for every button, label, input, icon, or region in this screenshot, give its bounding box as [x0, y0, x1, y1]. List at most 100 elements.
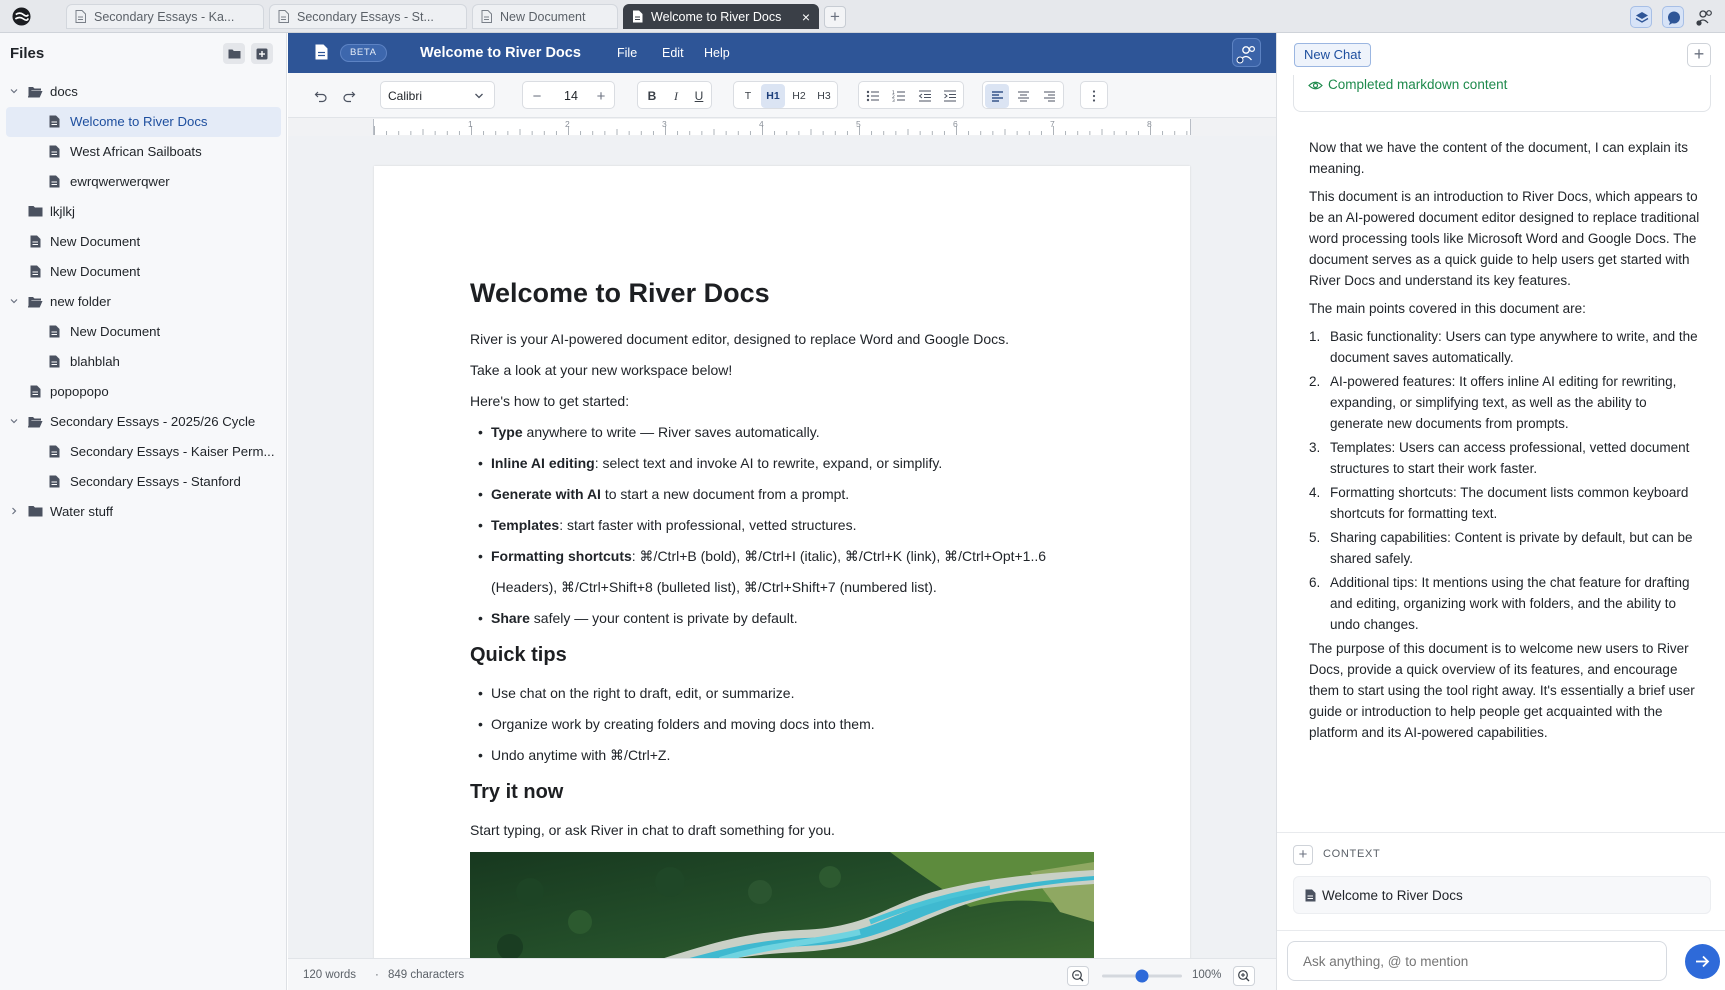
- zoom-slider[interactable]: [1102, 967, 1182, 985]
- send-button[interactable]: [1685, 944, 1720, 979]
- river-aerial-image[interactable]: [470, 852, 1094, 958]
- tree-doc[interactable]: popopopo: [0, 377, 287, 407]
- document-body[interactable]: Welcome to River Docs River is your AI-p…: [470, 276, 1094, 958]
- list-item[interactable]: Use chat on the right to draft, edit, or…: [478, 678, 1094, 709]
- align-right-button[interactable]: [1037, 84, 1061, 108]
- menu-help[interactable]: Help: [704, 46, 730, 60]
- browser-tab[interactable]: New Document: [472, 4, 618, 29]
- tree-doc[interactable]: ewrqwerwerqwer: [0, 167, 287, 197]
- new-document-button[interactable]: [251, 43, 273, 64]
- list-item[interactable]: Type anywhere to write — River saves aut…: [478, 417, 1094, 448]
- tree-doc[interactable]: blahblah: [0, 347, 287, 377]
- font-size-increase-button[interactable]: +: [589, 84, 613, 108]
- chevron-right-icon[interactable]: [9, 506, 19, 516]
- redo-button[interactable]: [338, 84, 360, 108]
- outdent-icon: [918, 90, 931, 102]
- list-item[interactable]: Undo anytime with ⌘/Ctrl+Z.: [478, 740, 1094, 771]
- style-h3-button[interactable]: H3: [812, 84, 836, 108]
- document-canvas: Welcome to River Docs River is your AI-p…: [288, 136, 1276, 958]
- style-text-button[interactable]: T: [737, 84, 759, 108]
- add-context-button[interactable]: +: [1293, 845, 1313, 865]
- folder-icon: [28, 506, 43, 517]
- tree-doc[interactable]: New Document: [0, 227, 287, 257]
- chevron-down-icon: [475, 93, 483, 99]
- tree-doc[interactable]: Secondary Essays - Stanford: [0, 467, 287, 497]
- chat-input[interactable]: [1287, 941, 1667, 981]
- list-item[interactable]: Share safely — your content is private b…: [478, 603, 1094, 634]
- chat-icon[interactable]: [1662, 6, 1684, 28]
- numbered-list-button[interactable]: 123: [888, 84, 910, 108]
- align-left-button[interactable]: [985, 84, 1009, 108]
- more-options-button[interactable]: [1083, 84, 1105, 108]
- chevron-down-icon[interactable]: [9, 296, 19, 306]
- menu-file[interactable]: File: [617, 46, 637, 60]
- tree-folder[interactable]: lkjlkj: [0, 197, 287, 227]
- style-h1-button[interactable]: H1: [761, 84, 785, 108]
- list-item[interactable]: Inline AI editing: select text and invok…: [478, 448, 1094, 479]
- list-text: Additional tips: It mentions using the c…: [1330, 575, 1690, 632]
- tool-status-card[interactable]: Completed markdown content: [1293, 75, 1711, 112]
- paragraph[interactable]: Start typing, or ask River in chat to dr…: [470, 815, 1094, 846]
- paragraph[interactable]: Here's how to get started:: [470, 386, 1094, 417]
- font-size-decrease-button[interactable]: −: [525, 84, 549, 108]
- bullet-list-button[interactable]: [862, 84, 884, 108]
- document-page[interactable]: Welcome to River Docs River is your AI-p…: [374, 166, 1190, 958]
- tree-doc[interactable]: Secondary Essays - Kaiser Perm...: [0, 437, 287, 467]
- people-icon[interactable]: [1694, 6, 1716, 28]
- italic-button[interactable]: I: [665, 84, 687, 108]
- browser-tab[interactable]: Secondary Essays - Ka...: [66, 4, 264, 29]
- chevron-down-icon[interactable]: [9, 86, 19, 96]
- list-text: Formatting shortcuts: The document lists…: [1330, 485, 1689, 521]
- document-icon: [278, 10, 289, 23]
- message-paragraph: The main points covered in this document…: [1309, 301, 1586, 316]
- zoom-out-button[interactable]: [1067, 966, 1089, 986]
- new-tab-button[interactable]: +: [824, 6, 846, 28]
- tree-doc-welcome[interactable]: Welcome to River Docs: [6, 107, 281, 137]
- section-heading[interactable]: Try it now: [470, 779, 1094, 805]
- zoom-in-button[interactable]: [1233, 966, 1255, 986]
- paragraph[interactable]: Take a look at your new workspace below!: [470, 355, 1094, 386]
- font-family-select[interactable]: Calibri: [380, 81, 495, 109]
- tree-folder[interactable]: new folder: [0, 287, 287, 317]
- new-chat-button[interactable]: +: [1687, 43, 1711, 67]
- indent-button[interactable]: [939, 84, 961, 108]
- list-item[interactable]: Organize work by creating folders and mo…: [478, 709, 1094, 740]
- tree-doc[interactable]: West African Sailboats: [0, 137, 287, 167]
- zoom-slider-thumb[interactable]: [1135, 969, 1149, 983]
- style-h2-button[interactable]: H2: [787, 84, 811, 108]
- bold-button[interactable]: B: [641, 84, 663, 108]
- share-button[interactable]: [1232, 38, 1261, 67]
- align-center-button[interactable]: [1011, 84, 1035, 108]
- font-size-value[interactable]: 14: [555, 84, 587, 108]
- tree-doc[interactable]: New Document: [0, 257, 287, 287]
- paragraph[interactable]: River is your AI-powered document editor…: [470, 324, 1094, 355]
- files-sidebar: Files docs Welcome to River Docs West Af…: [0, 33, 287, 990]
- section-heading[interactable]: Quick tips: [470, 642, 1094, 668]
- tree-doc[interactable]: New Document: [0, 317, 287, 347]
- menu-edit[interactable]: Edit: [662, 46, 684, 60]
- ruler-track[interactable]: 1 2 3 4 5 6 7 8: [373, 119, 1191, 135]
- chevron-down-icon[interactable]: [9, 416, 19, 426]
- layers-icon[interactable]: [1630, 6, 1652, 28]
- context-document-chip[interactable]: Welcome to River Docs: [1293, 876, 1711, 914]
- tree-folder[interactable]: Water stuff: [0, 497, 287, 527]
- new-chat-tab[interactable]: New Chat: [1294, 43, 1372, 67]
- tree-folder-docs[interactable]: docs: [0, 77, 287, 107]
- outdent-button[interactable]: [914, 84, 936, 108]
- browser-tab[interactable]: Secondary Essays - St...: [269, 4, 467, 29]
- close-icon[interactable]: ×: [792, 9, 810, 25]
- divider: [1277, 832, 1725, 833]
- document-icon: [75, 10, 86, 23]
- list-text: Templates: Users can access professional…: [1330, 440, 1690, 476]
- list-item[interactable]: Formatting shortcuts: ⌘/Ctrl+B (bold), ⌘…: [478, 541, 1094, 603]
- browser-tab-label: Secondary Essays - Ka...: [94, 9, 235, 24]
- underline-button[interactable]: U: [688, 84, 710, 108]
- list-item[interactable]: Generate with AI to start a new document…: [478, 479, 1094, 510]
- browser-tab-active[interactable]: Welcome to River Docs ×: [623, 4, 819, 29]
- undo-button[interactable]: [310, 84, 332, 108]
- document-heading[interactable]: Welcome to River Docs: [470, 276, 1094, 310]
- new-folder-button[interactable]: [223, 43, 245, 64]
- list-item[interactable]: Templates: start faster with professiona…: [478, 510, 1094, 541]
- document-title[interactable]: Welcome to River Docs: [420, 45, 581, 61]
- tree-folder[interactable]: Secondary Essays - 2025/26 Cycle: [0, 407, 287, 437]
